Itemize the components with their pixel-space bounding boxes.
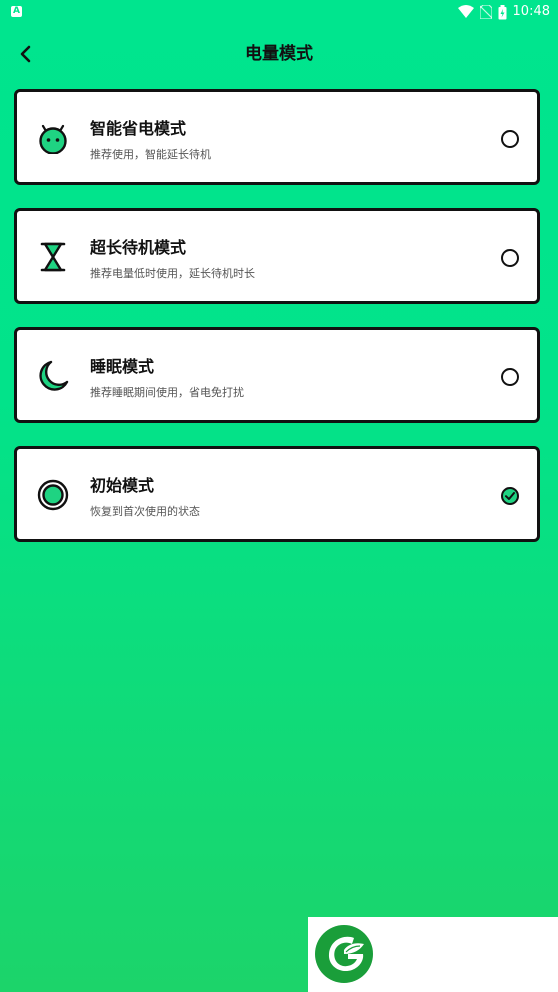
mode-radio[interactable] <box>501 368 519 386</box>
app-header: 电量模式 <box>0 30 558 78</box>
mode-subtitle: 推荐睡眠期间使用，省电免打扰 <box>90 386 244 399</box>
mode-subtitle: 恢复到首次使用的状态 <box>90 505 200 518</box>
page-title: 电量模式 <box>245 44 313 64</box>
footer-banner <box>308 917 558 992</box>
wifi-icon <box>457 5 474 18</box>
status-time: 10:48 <box>512 4 550 19</box>
status-right-group: 10:48 <box>457 3 550 21</box>
mode-card-initial[interactable]: 初始模式 恢复到首次使用的状态 <box>14 446 540 542</box>
target-ring-icon <box>37 479 69 511</box>
mode-card-long-standby[interactable]: 超长待机模式 推荐电量低时使用，延长待机时长 <box>14 208 540 304</box>
no-sim-icon <box>479 5 492 19</box>
mode-title: 超长待机模式 <box>90 238 187 257</box>
mode-radio[interactable] <box>501 130 519 148</box>
mode-subtitle: 推荐电量低时使用，延长待机时长 <box>90 267 255 280</box>
mode-title: 智能省电模式 <box>90 119 187 138</box>
robot-face-icon <box>39 124 67 154</box>
mode-title: 睡眠模式 <box>90 357 155 376</box>
notification-app-icon: A <box>11 6 22 17</box>
moon-icon <box>39 360 69 391</box>
mode-radio-selected[interactable] <box>501 487 519 505</box>
battery-icon <box>498 4 507 19</box>
mode-title: 初始模式 <box>90 476 155 495</box>
mode-subtitle: 推荐使用，智能延长待机 <box>90 148 211 161</box>
mode-radio[interactable] <box>501 249 519 267</box>
check-icon <box>505 492 515 500</box>
status-bar: A 10:48 <box>0 0 558 24</box>
hourglass-icon <box>40 242 66 272</box>
mode-card-smart-saving[interactable]: 智能省电模式 推荐使用，智能延长待机 <box>14 89 540 185</box>
mode-card-sleep[interactable]: 睡眠模式 推荐睡眠期间使用，省电免打扰 <box>14 327 540 423</box>
leaf-logo-icon <box>315 925 373 983</box>
